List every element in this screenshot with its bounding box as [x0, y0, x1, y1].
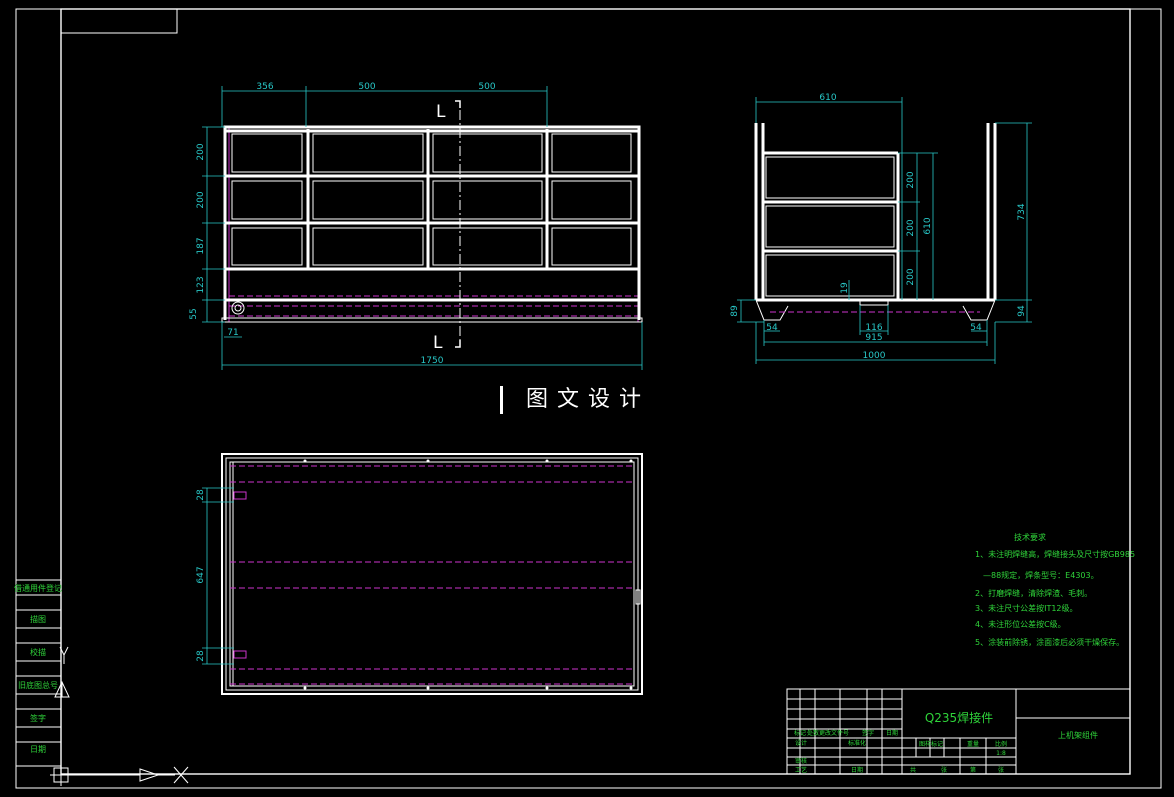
- panel-label-0: 借通用件登记: [14, 583, 62, 593]
- side-view: 610 200 200 200 610 734 94 89 19 54 116 …: [730, 93, 1032, 364]
- front-view: L L 356 500 500 1750 71 200 200 187 123 …: [189, 82, 643, 370]
- tb-header-3: 签字: [862, 729, 874, 737]
- tech-note-4: 4、未注形位公差按C级。: [975, 619, 1066, 629]
- front-dim-left-4: 55: [189, 308, 199, 319]
- side-dim-915: 915: [865, 333, 882, 343]
- side-dim-inner-0: 200: [906, 171, 916, 188]
- tb-stage-0: 图样标记: [919, 740, 943, 748]
- tb-stage-2: 比例: [995, 740, 1007, 748]
- side-dim-inner-2: 200: [906, 268, 916, 285]
- watermark: 图文设计: [500, 382, 700, 418]
- front-dim-small: 71: [227, 328, 238, 338]
- tb-material: Q235焊接件: [925, 710, 993, 725]
- tb-sheet-3: 张: [998, 766, 1004, 774]
- side-registration-panel: 借通用件登记 描图 校描 旧底图总号 签字 日期: [14, 579, 189, 786]
- tb-sheet-1: 张: [941, 766, 947, 774]
- tb-header-0: 标记: [794, 729, 806, 737]
- technical-notes: 技术要求 1、未注明焊缝高，焊缝接头及尺寸按GB985 —88规定，焊条型号：E…: [975, 532, 1135, 647]
- front-dim-left-3: 123: [196, 276, 206, 293]
- watermark-text: 图文设计: [526, 387, 651, 412]
- top-dim-left-0: 28: [196, 489, 206, 501]
- title-block: 标记 处数 更改文件号 签字 日期 设计 标准化 审核 工艺 日期 图样标记 重…: [786, 688, 1131, 775]
- front-dim-top-1: 500: [358, 82, 375, 92]
- tb-sheet-0: 共: [910, 766, 916, 774]
- front-dim-top-2: 500: [478, 82, 495, 92]
- side-dim-top: 610: [819, 93, 836, 103]
- side-dim-bottom-2: 54: [970, 323, 982, 333]
- side-dim-inner-1: 200: [906, 219, 916, 236]
- top-view: 28 647 28: [196, 453, 643, 695]
- panel-label-1: 描图: [30, 614, 46, 624]
- top-dim-left-1: 647: [196, 566, 206, 583]
- tech-note-0: 1、未注明焊缝高，焊缝接头及尺寸按GB985: [975, 549, 1135, 559]
- front-dim-left-0: 200: [196, 143, 206, 160]
- panel-label-4: 签字: [30, 713, 46, 723]
- tech-note-5: 5、涂装前除锈，涂面漆后必须干燥保存。: [975, 637, 1124, 647]
- top-dim-left-2: 28: [196, 650, 206, 662]
- front-dim-top-0: 356: [256, 82, 273, 92]
- tb-drawing-name: 上机架组件: [1058, 730, 1098, 740]
- tb-row-0: 设计: [795, 739, 807, 747]
- tb-row-1: 标准化: [848, 739, 866, 747]
- tb-header-4: 日期: [886, 729, 898, 737]
- side-dim-bottom-1: 116: [865, 323, 882, 333]
- tb-header-1: 处数: [807, 729, 819, 737]
- front-dim-left-1: 200: [196, 191, 206, 208]
- front-dim-total: 1750: [421, 356, 444, 366]
- tech-notes-title: 技术要求: [1014, 532, 1046, 542]
- side-dim-610: 610: [923, 217, 933, 234]
- tech-note-1: —88规定，焊条型号：E4303。: [983, 570, 1099, 580]
- panel-label-5: 日期: [30, 745, 46, 754]
- watermark-bar: [500, 386, 503, 414]
- side-dim-734: 734: [1017, 203, 1027, 220]
- tech-note-2: 2、打磨焊缝，清除焊渣、毛刺。: [975, 588, 1092, 598]
- side-dim-94: 94: [1017, 305, 1027, 317]
- front-dim-left-2: 187: [196, 237, 206, 254]
- side-dim-19: 19: [840, 282, 850, 294]
- panel-label-3: 旧底图总号: [18, 680, 58, 690]
- tb-stage-1: 重量: [967, 740, 979, 748]
- tb-sheet-2: 第: [970, 766, 976, 774]
- tech-note-3: 3、未注尺寸公差按IT12级。: [975, 603, 1078, 613]
- tb-header-2: 更改文件号: [819, 729, 849, 737]
- panel-label-2: 校描: [30, 647, 46, 657]
- section-marker-bottom: L: [433, 333, 443, 353]
- tb-row-2: 审核: [795, 757, 807, 765]
- side-dim-89: 89: [730, 305, 740, 317]
- tb-row-3: 工艺: [795, 766, 807, 774]
- section-marker-top: L: [436, 102, 446, 122]
- side-dim-1000: 1000: [863, 351, 886, 361]
- tb-ratio: 1:8: [996, 750, 1006, 757]
- side-dim-bottom-0: 54: [766, 323, 778, 333]
- tb-row-4: 日期: [851, 766, 863, 774]
